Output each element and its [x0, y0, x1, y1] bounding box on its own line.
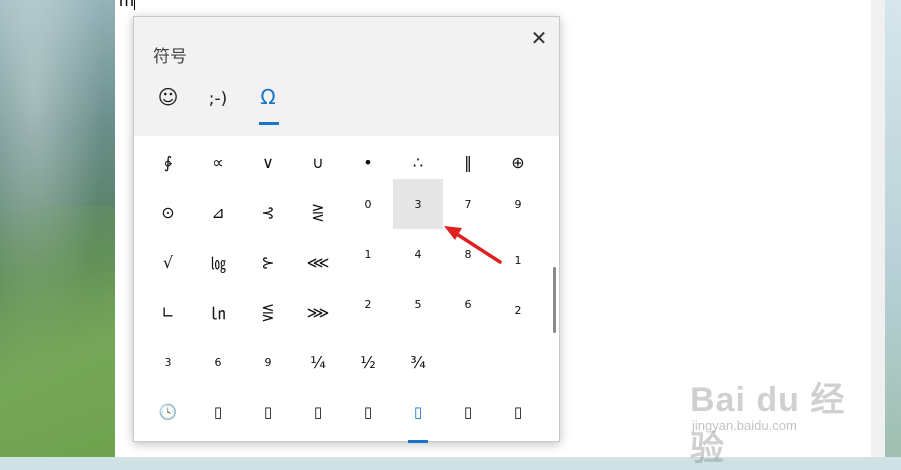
symbol-cell[interactable]: ∝ [193, 137, 243, 187]
category-icon: ▯ [263, 403, 273, 421]
category-button[interactable]: ▯ [293, 387, 343, 437]
symbol-cell[interactable]: ⋙ [293, 287, 343, 337]
symbol-cell[interactable]: ⊙ [143, 187, 193, 237]
desktop-wallpaper-right [885, 0, 901, 457]
symbol-cell[interactable]: √ [143, 237, 193, 287]
category-button[interactable]: ▯ [443, 387, 493, 437]
category-icon: ▯ [363, 403, 373, 421]
symbol-cell[interactable]: 0 [343, 179, 393, 229]
symbol-cell[interactable]: ¼ [293, 337, 343, 387]
symbol-cell [493, 337, 543, 387]
category-active-indicator [408, 440, 428, 443]
symbol-cell[interactable]: ⋘ [293, 237, 343, 287]
symbol-cell[interactable]: ∳ [143, 137, 193, 187]
recent-clock-icon[interactable]: 🕓 [143, 387, 193, 437]
symbol-cell[interactable]: ㏒ [193, 237, 243, 287]
category-icon: ▯ [213, 403, 223, 421]
document-scroll-track[interactable] [871, 0, 885, 457]
symbol-cell[interactable]: ½ [343, 337, 393, 387]
symbol-cell[interactable]: 3 [393, 179, 443, 229]
document-text-value: m [119, 0, 134, 10]
category-bar: 🕓 ▯ ▯ ▯ ▯ ▯ ▯ ▯ [134, 387, 559, 443]
category-icon: ▯ [413, 403, 423, 421]
symbol-cell[interactable]: 3 [143, 337, 193, 387]
symbol-cell[interactable]: ⋚ [243, 287, 293, 337]
symbol-cell [443, 337, 493, 387]
symbol-cell[interactable]: 6 [193, 337, 243, 387]
tab-kaomoji-label: ;-) [208, 89, 228, 109]
symbol-cell[interactable]: ⊰ [243, 187, 293, 237]
symbol-cell[interactable]: 5 [393, 279, 443, 329]
grid-scrollbar[interactable] [553, 267, 556, 333]
symbol-cell[interactable]: 2 [343, 279, 393, 329]
symbol-cell[interactable]: 1 [493, 235, 543, 285]
symbol-cell[interactable]: 2 [493, 285, 543, 335]
category-icon: ▯ [313, 403, 323, 421]
category-button[interactable]: ▯ [193, 387, 243, 437]
symbol-cell[interactable]: ⊱ [243, 237, 293, 287]
symbol-cell[interactable]: ∨ [243, 137, 293, 187]
symbol-cell[interactable]: 1 [343, 229, 393, 279]
category-button[interactable]: ▯ [493, 387, 543, 437]
smiley-icon: ☺ [157, 85, 179, 109]
symbol-panel: 符号 ✕ ☺ ;-) Ω ∳ ∝ ∨ ∪ • ∴ ‖ ⊕ ⊙ ⊿ ⊰ ⋛ 0 3 7 9 √ ㏒ ⊱ ⋘ 1 4 8 1 ∟ ㏑ ⋚… [133, 16, 560, 443]
tab-kaomoji[interactable]: ;-) [196, 89, 240, 129]
symbol-cell[interactable]: 8 [443, 229, 493, 279]
clock-icon: 🕓 [158, 403, 178, 421]
category-icon: ▯ [513, 403, 523, 421]
category-icon: ▯ [463, 403, 473, 421]
document-text[interactable]: m [119, 0, 135, 11]
tab-active-indicator [259, 122, 279, 125]
category-button[interactable]: ▯ [393, 387, 443, 443]
tab-emoji[interactable]: ☺ [146, 85, 190, 125]
close-button[interactable]: ✕ [526, 25, 552, 51]
symbol-cell[interactable]: ∟ [143, 287, 193, 337]
desktop-wallpaper [0, 0, 115, 457]
panel-title: 符号 [153, 47, 187, 67]
category-button[interactable]: ▯ [343, 387, 393, 437]
category-button[interactable]: ▯ [243, 387, 293, 437]
symbol-cell[interactable]: ㏑ [193, 287, 243, 337]
text-caret [134, 0, 135, 11]
symbol-cell[interactable]: 7 [443, 179, 493, 229]
symbol-cell[interactable]: ⋛ [293, 187, 343, 237]
symbol-cell[interactable]: ¾ [393, 337, 443, 387]
symbol-cell[interactable]: 9 [243, 337, 293, 387]
symbol-cell[interactable]: 6 [443, 279, 493, 329]
symbol-cell[interactable]: ⊿ [193, 187, 243, 237]
symbol-cell[interactable]: 4 [393, 229, 443, 279]
tab-symbols[interactable]: Ω [246, 85, 290, 125]
symbol-cell[interactable]: 9 [493, 179, 543, 229]
omega-icon: Ω [260, 85, 276, 109]
symbol-cell[interactable]: ∪ [293, 137, 343, 187]
